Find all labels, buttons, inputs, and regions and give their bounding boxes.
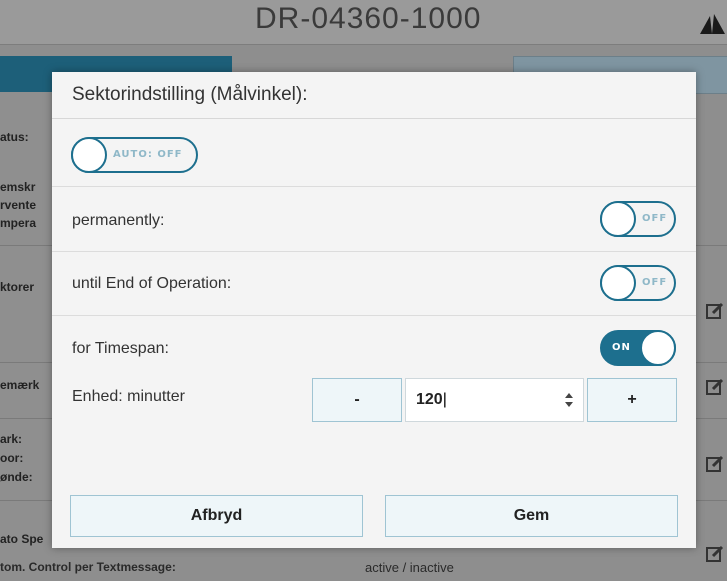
auto-toggle[interactable]: AUTO: OFF xyxy=(71,137,198,173)
divider xyxy=(52,186,696,187)
edit-icon[interactable] xyxy=(706,378,724,396)
divider xyxy=(52,251,696,252)
edit-icon[interactable] xyxy=(706,545,724,563)
background-panel xyxy=(0,92,60,581)
cancel-button[interactable]: Afbryd xyxy=(70,495,363,537)
auto-toggle-text: AUTO: OFF xyxy=(113,149,183,160)
device-title: DR-04360-1000 xyxy=(255,2,482,35)
bg-label: atus: xyxy=(0,130,29,144)
bg-label: ønde: xyxy=(0,470,33,484)
toggle-state-text: OFF xyxy=(642,213,668,224)
timespan-toggle[interactable]: ON xyxy=(600,330,676,366)
minutes-input[interactable]: 120| xyxy=(405,378,584,422)
decrement-button[interactable]: - xyxy=(312,378,402,422)
end-of-operation-toggle[interactable]: OFF xyxy=(600,265,676,301)
toggle-state-text: ON xyxy=(612,342,631,353)
footer-label: tom. Control per Textmessage: xyxy=(0,560,176,574)
permanently-label: permanently: xyxy=(72,212,165,229)
bg-label: emskr xyxy=(0,180,36,194)
timespan-label: for Timespan: xyxy=(72,340,169,357)
toggle-knob xyxy=(71,137,107,173)
bg-label: mpera xyxy=(0,216,37,230)
bg-label: ato Spe xyxy=(0,532,44,546)
save-button[interactable]: Gem xyxy=(385,495,678,537)
toggle-knob xyxy=(640,330,676,366)
spin-arrows-icon[interactable] xyxy=(565,391,573,409)
bg-label: emærk xyxy=(0,378,40,392)
bg-label: oor: xyxy=(0,451,24,465)
sector-settings-dialog: Sektorindstilling (Målvinkel): AUTO: OFF… xyxy=(52,72,696,548)
increment-button[interactable]: + xyxy=(587,378,677,422)
toggle-knob xyxy=(600,201,636,237)
divider xyxy=(52,315,696,316)
dialog-header: Sektorindstilling (Målvinkel): xyxy=(52,72,696,119)
minutes-value: 120 xyxy=(416,391,443,408)
dialog-title: Sektorindstilling (Målvinkel): xyxy=(72,84,308,105)
bg-label: rvente xyxy=(0,198,37,212)
bg-label: ktorer xyxy=(0,280,35,294)
bg-label: ark: xyxy=(0,432,23,446)
toggle-knob xyxy=(600,265,636,301)
app-header: DR-04360-1000 xyxy=(0,0,727,45)
unit-label: Enhed: minutter xyxy=(72,388,185,405)
book-logo-icon xyxy=(700,14,725,34)
end-of-operation-label: until End of Operation: xyxy=(72,275,232,292)
edit-icon[interactable] xyxy=(706,455,724,473)
toggle-state-text: OFF xyxy=(642,277,668,288)
permanently-toggle[interactable]: OFF xyxy=(600,201,676,237)
footer-value: active / inactive xyxy=(365,560,454,575)
edit-icon[interactable] xyxy=(706,302,724,320)
